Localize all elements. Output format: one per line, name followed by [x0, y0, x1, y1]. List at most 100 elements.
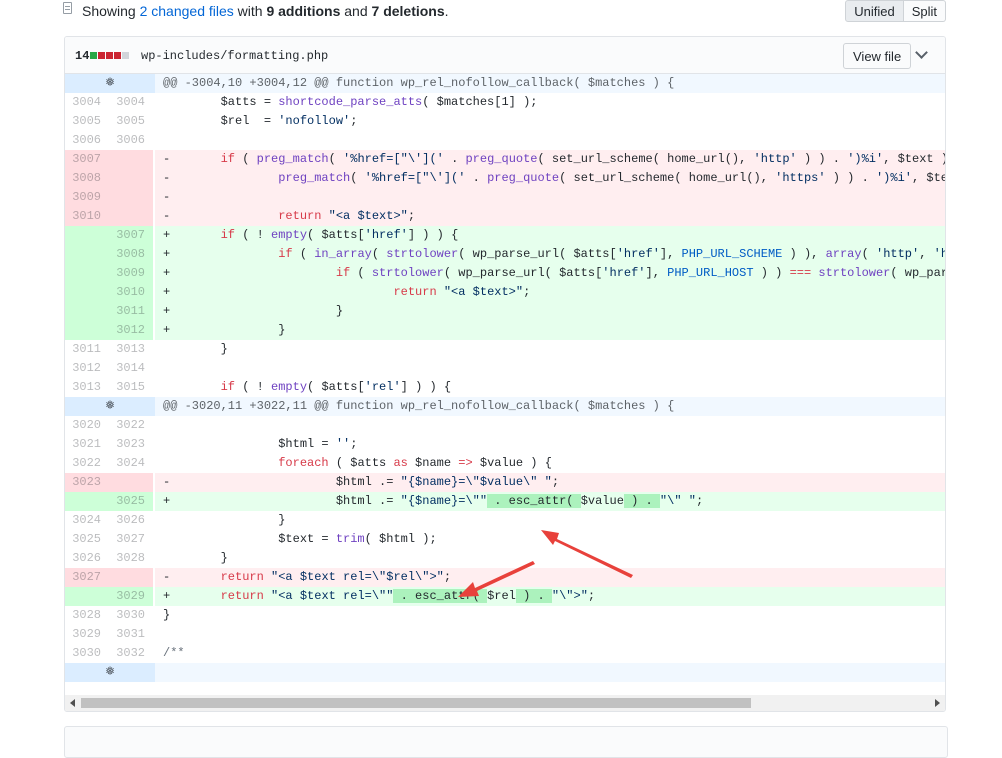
- new-line-number[interactable]: 3012: [109, 321, 153, 340]
- new-line-number[interactable]: 3005: [109, 112, 153, 131]
- new-line-number[interactable]: 3008: [109, 245, 153, 264]
- new-line-number[interactable]: [109, 150, 153, 169]
- code-token: ;: [443, 570, 452, 584]
- new-line-number[interactable]: 3013: [109, 340, 153, 359]
- new-line-number[interactable]: 3010: [109, 283, 153, 302]
- new-line-number[interactable]: 3032: [109, 644, 153, 663]
- unified-button[interactable]: Unified: [845, 0, 904, 22]
- scroll-left-icon[interactable]: [70, 699, 75, 707]
- file-name[interactable]: wp-includes/formatting.php: [141, 49, 328, 63]
- diff-line: 3012 3014: [65, 359, 945, 378]
- new-line-number[interactable]: 3030: [109, 606, 153, 625]
- old-line-number[interactable]: 3012: [65, 359, 109, 378]
- hunk-header: ❅: [65, 663, 945, 682]
- diff-line: 3030 3032 /**: [65, 644, 945, 663]
- horizontal-scrollbar[interactable]: [65, 695, 945, 711]
- changed-files-link[interactable]: 2 changed files: [140, 3, 234, 19]
- new-line-number[interactable]: [109, 473, 153, 492]
- code-token: array: [825, 247, 862, 261]
- old-line-number[interactable]: 3026: [65, 549, 109, 568]
- new-line-number[interactable]: 3023: [109, 435, 153, 454]
- code-token: return: [393, 285, 437, 299]
- code-token: $name: [407, 456, 459, 470]
- old-line-number[interactable]: [65, 264, 109, 283]
- old-line-number[interactable]: 3005: [65, 112, 109, 131]
- code-token: ) ) .: [796, 152, 848, 166]
- expand-icon[interactable]: ❅: [65, 397, 155, 416]
- view-file-button[interactable]: View file: [843, 43, 912, 69]
- new-line-number[interactable]: 3029: [109, 587, 153, 606]
- old-line-number[interactable]: 3004: [65, 93, 109, 112]
- code-token: /**: [163, 646, 185, 660]
- expand-icon[interactable]: ❅: [65, 663, 155, 682]
- expand-icon[interactable]: ❅: [65, 74, 155, 93]
- file-header: 14 wp-includes/formatting.php View file: [65, 37, 945, 74]
- old-line-number[interactable]: 3030: [65, 644, 109, 663]
- new-line-number[interactable]: 3025: [109, 492, 153, 511]
- code-token: ) ): [753, 266, 790, 280]
- old-line-number[interactable]: 3006: [65, 131, 109, 150]
- code-token: 'href': [602, 266, 646, 280]
- old-line-number[interactable]: 3024: [65, 511, 109, 530]
- new-line-number[interactable]: 3014: [109, 359, 153, 378]
- new-line-number[interactable]: 3024: [109, 454, 153, 473]
- code-token: ],: [645, 266, 668, 280]
- new-line-number[interactable]: 3028: [109, 549, 153, 568]
- new-line-number[interactable]: 3022: [109, 416, 153, 435]
- code-token: ( wp_parse_url( $atts[: [458, 247, 617, 261]
- old-line-number[interactable]: [65, 283, 109, 302]
- new-line-number[interactable]: 3011: [109, 302, 153, 321]
- old-line-number[interactable]: [65, 321, 109, 340]
- new-line-number[interactable]: 3006: [109, 131, 153, 150]
- old-line-number[interactable]: [65, 245, 109, 264]
- old-line-number[interactable]: 3027: [65, 568, 109, 587]
- old-line-number[interactable]: [65, 587, 109, 606]
- old-line-number[interactable]: 3021: [65, 435, 109, 454]
- old-line-number[interactable]: 3025: [65, 530, 109, 549]
- old-line-number[interactable]: 3007: [65, 150, 109, 169]
- code-token: .: [465, 171, 488, 185]
- changed-fragment: . esc_attr(: [487, 494, 581, 508]
- old-line-number[interactable]: [65, 226, 109, 245]
- old-line-number[interactable]: [65, 492, 109, 511]
- new-line-number[interactable]: 3007: [109, 226, 153, 245]
- new-line-number[interactable]: [109, 188, 153, 207]
- new-line-number[interactable]: 3015: [109, 378, 153, 397]
- code-token: PHP_URL_SCHEME: [681, 247, 783, 261]
- new-line-number[interactable]: 3031: [109, 625, 153, 644]
- old-line-number[interactable]: 3011: [65, 340, 109, 359]
- new-line-number[interactable]: 3004: [109, 93, 153, 112]
- code-token: strtolower: [386, 247, 459, 261]
- old-line-number[interactable]: 3013: [65, 378, 109, 397]
- new-line-number[interactable]: [109, 207, 153, 226]
- old-line-number[interactable]: [65, 302, 109, 321]
- new-line-number[interactable]: 3026: [109, 511, 153, 530]
- code-token: "{$name}=\"": [400, 494, 488, 508]
- diff-line: 3020 3022: [65, 416, 945, 435]
- chevron-down-icon[interactable]: [915, 46, 928, 59]
- scrollbar-thumb[interactable]: [81, 698, 751, 708]
- old-line-number[interactable]: 3008: [65, 169, 109, 188]
- old-line-number[interactable]: 3029: [65, 625, 109, 644]
- split-button[interactable]: Split: [903, 0, 946, 22]
- old-line-number[interactable]: 3022: [65, 454, 109, 473]
- code-token: ( $matches[1] );: [422, 95, 538, 109]
- old-line-number[interactable]: 3028: [65, 606, 109, 625]
- new-line-number[interactable]: [109, 169, 153, 188]
- old-line-number[interactable]: 3010: [65, 207, 109, 226]
- new-line-number[interactable]: [109, 568, 153, 587]
- code-token: 'https': [775, 171, 826, 185]
- code-token: $rel: [487, 589, 516, 603]
- code-token: (: [350, 266, 372, 280]
- changed-fragment: . esc_attr(: [393, 589, 488, 603]
- scroll-right-icon[interactable]: [935, 699, 940, 707]
- old-line-number[interactable]: 3023: [65, 473, 109, 492]
- code-token: 'http': [753, 152, 797, 166]
- new-line-number[interactable]: 3027: [109, 530, 153, 549]
- code-token: return: [278, 209, 322, 223]
- new-line-number[interactable]: 3009: [109, 264, 153, 283]
- diff-line: 3007 - if ( preg_match( '%href=["\'](' . …: [65, 150, 945, 169]
- old-line-number[interactable]: 3020: [65, 416, 109, 435]
- old-line-number[interactable]: 3009: [65, 188, 109, 207]
- hunk-header: ❅ @@ -3020,11 +3022,11 @@ function wp_rel…: [65, 397, 945, 416]
